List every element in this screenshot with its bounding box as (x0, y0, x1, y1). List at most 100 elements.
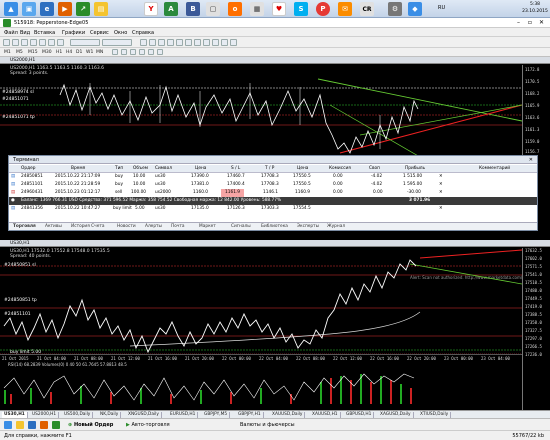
tester-icon[interactable] (57, 39, 64, 46)
column-header[interactable]: Ордер (21, 165, 35, 173)
tab-assets[interactable]: Активы (45, 224, 62, 229)
column-header[interactable]: Цена (195, 165, 206, 173)
tf-m5[interactable]: M5 (16, 50, 23, 55)
browser-icon[interactable] (28, 421, 36, 429)
menu-view[interactable]: Вид (20, 30, 30, 36)
column-header[interactable]: Символ (155, 165, 172, 173)
pinterest-icon[interactable]: P (316, 2, 330, 16)
tf-d1[interactable]: D1 (76, 50, 82, 55)
tab-journal[interactable]: Журнал (327, 224, 345, 229)
close-order-icon[interactable]: ✕ (439, 181, 443, 189)
tf-h1[interactable]: H1 (56, 50, 62, 55)
explorer-icon[interactable]: ▤ (94, 2, 108, 16)
maximize-button[interactable]: ▫ (528, 19, 532, 26)
files-icon[interactable]: ▦ (250, 2, 264, 16)
folder-icon[interactable]: ▣ (22, 2, 36, 16)
column-header[interactable]: Комментарий (479, 165, 510, 173)
zoom-out-icon[interactable] (176, 39, 183, 46)
new-order-button[interactable]: ⊕ Новый Ордер (68, 422, 113, 428)
column-header[interactable]: Объем (133, 165, 148, 173)
start-icon[interactable] (4, 421, 12, 429)
data-window-icon[interactable] (30, 39, 37, 46)
odnoklassniki-icon[interactable]: o (228, 2, 242, 16)
settings-icon[interactable]: ⚙ (388, 2, 402, 16)
close-order-icon[interactable]: ✕ (439, 173, 443, 181)
market-watch-icon[interactable] (21, 39, 28, 46)
bar-chart-icon[interactable] (140, 39, 147, 46)
menu-window[interactable]: Окно (114, 30, 127, 36)
tab-market[interactable]: Маркет (199, 224, 216, 229)
tf-m15[interactable]: M15 (28, 50, 38, 55)
table-row[interactable]: ▤ 24851101 2015.10.22 21:28:59 buy 10.00… (9, 181, 537, 189)
ie-icon[interactable]: e (40, 2, 54, 16)
tab-alerts[interactable]: Алерты (145, 224, 162, 229)
column-header[interactable]: Тип (115, 165, 123, 173)
tf-m30[interactable]: M30 (42, 50, 52, 55)
minimize-button[interactable]: – (517, 19, 520, 26)
menu-tools[interactable]: Сервис (90, 30, 109, 36)
tab-library[interactable]: Библиотека (261, 224, 288, 229)
tf-w1[interactable]: W1 (86, 50, 93, 55)
menu-file[interactable]: Файл (4, 30, 18, 36)
zoom-in-icon[interactable] (167, 39, 174, 46)
horizontal-line-icon[interactable] (139, 49, 145, 55)
yandex-icon[interactable]: Y (144, 2, 158, 16)
menu-charts[interactable]: Графики (62, 30, 85, 36)
mt4-icon[interactable]: ↗ (76, 2, 90, 16)
shift-icon[interactable] (203, 39, 210, 46)
table-row[interactable]: ▤ 24850851 2015.10.22 21:17:09 buy 10.00… (9, 173, 537, 181)
vertical-line-icon[interactable] (130, 49, 136, 55)
mt4-taskbar-icon[interactable] (52, 421, 60, 429)
menu-insert[interactable]: Вставка (34, 30, 55, 36)
vk-icon[interactable]: B (186, 2, 200, 16)
templates-icon[interactable] (230, 39, 237, 46)
heart-icon[interactable]: ♥ (272, 2, 286, 16)
column-header[interactable]: Время (71, 165, 85, 173)
close-order-icon[interactable]: ✕ (439, 205, 443, 213)
line-chart-icon[interactable] (158, 39, 165, 46)
close-icon[interactable]: ✕ (529, 156, 533, 164)
window-icon[interactable]: ▢ (206, 2, 220, 16)
candle-chart-icon[interactable] (149, 39, 156, 46)
autotrading-tool[interactable] (102, 39, 132, 46)
indicators-icon[interactable] (212, 39, 219, 46)
tab-history[interactable]: История Счета (71, 224, 105, 229)
column-header[interactable]: Комиссия (329, 165, 351, 173)
language-indicator[interactable]: RU (438, 5, 445, 11)
profiles-icon[interactable] (12, 39, 19, 46)
terminal-icon[interactable] (48, 39, 55, 46)
menu-help[interactable]: Справка (132, 30, 154, 36)
price-axis-us2000[interactable]: 1172.8 1170.5 1168.2 1165.9 1163.6 1161.… (522, 65, 550, 156)
column-header[interactable]: T / P (265, 165, 274, 173)
cr-icon[interactable]: CR (360, 2, 374, 16)
table-row[interactable]: ▤ 24960431 2015.10.23 01:12:17 sell 100.… (9, 189, 537, 197)
close-order-icon[interactable]: ✕ (439, 189, 443, 197)
chart-window-us2000[interactable]: US2000,H1 US2000,H1 1163.5 1163.5 1160.3… (0, 57, 550, 156)
tab-signals[interactable]: Сигналы (231, 224, 251, 229)
autotrading-button[interactable]: ▶ Авто-торговля (126, 422, 170, 428)
folder-icon[interactable] (16, 421, 24, 429)
tab-news[interactable]: Новости (117, 224, 136, 229)
trendline-icon[interactable] (148, 49, 154, 55)
text-tool-icon[interactable] (157, 49, 163, 55)
chart-window-us30[interactable]: US30,H1 US30,H1 17532.0 17552.8 17548.0 … (0, 240, 550, 410)
chat-icon[interactable]: ✉ (338, 2, 352, 16)
app-icon[interactable]: ▲ (4, 2, 18, 16)
price-axis-us30[interactable]: 17632.5 17602.0 17571.5 17541.0 17510.5 … (522, 248, 550, 410)
column-header[interactable]: Своп (369, 165, 380, 173)
crosshair-icon[interactable] (121, 49, 127, 55)
tf-mn[interactable]: MN (96, 50, 103, 55)
column-header[interactable]: Прибыль (405, 165, 425, 173)
tab-mailbox[interactable]: Почта (171, 224, 185, 229)
tf-m1[interactable]: M1 (4, 50, 11, 55)
navigator-icon[interactable] (39, 39, 46, 46)
periods-icon[interactable] (221, 39, 228, 46)
new-chart-icon[interactable] (3, 39, 10, 46)
column-header[interactable]: Цена (297, 165, 308, 173)
tab-experts[interactable]: Эксперты (297, 224, 319, 229)
autoscroll-icon[interactable] (194, 39, 201, 46)
new-order-tool[interactable] (70, 39, 100, 46)
tab-trade[interactable]: Торговля (13, 224, 36, 229)
media-icon[interactable]: ▶ (58, 2, 72, 16)
player-icon[interactable] (40, 421, 48, 429)
